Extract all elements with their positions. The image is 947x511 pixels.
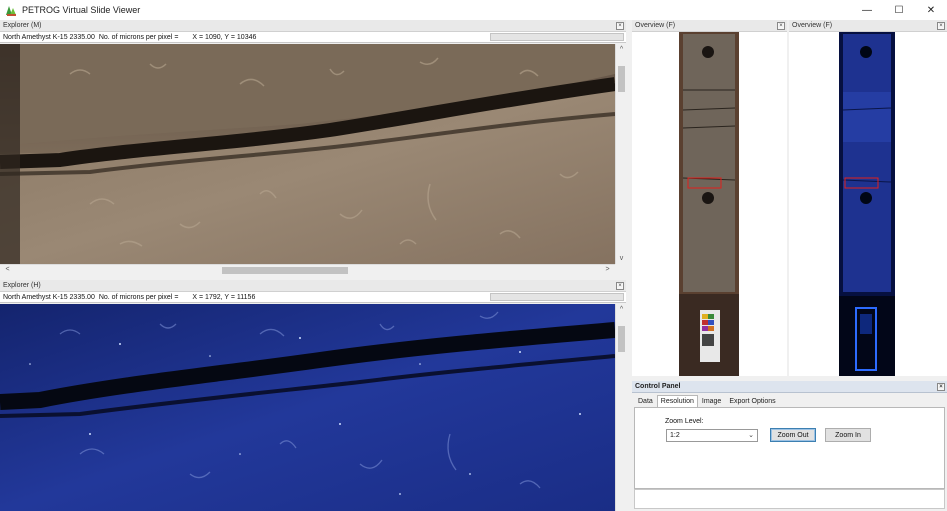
explorer-bottom-title: Explorer (H) [3, 282, 41, 289]
coordinates: X = 1792, Y = 11156 [192, 293, 256, 301]
core-sample-image [0, 44, 615, 264]
explorer-top-header: Explorer (M) × [0, 20, 626, 32]
explorer-top-close-icon[interactable]: × [616, 22, 624, 30]
tab-data[interactable]: Data [634, 395, 657, 407]
explorer-top-hscroll[interactable]: < > [0, 264, 615, 275]
tab-resolution[interactable]: Resolution [656, 395, 698, 407]
control-panel-tabs: Data Resolution Image Export Options [634, 395, 780, 407]
window-title: PETROG Virtual Slide Viewer [22, 5, 141, 15]
microns-value-box [490, 293, 624, 301]
scroll-thumb[interactable] [618, 326, 625, 352]
overview-right-title: Overview (F) [792, 22, 833, 29]
scroll-thumb[interactable] [618, 66, 625, 92]
control-panel-header: Control Panel × [632, 381, 947, 393]
explorer-bottom-vscroll[interactable]: ^ [615, 304, 626, 511]
explorer-bottom-panel: Explorer (H) × North Amethyst K-15 2335.… [0, 280, 626, 511]
title-bar: PETROG Virtual Slide Viewer — ☐ ✕ [0, 0, 947, 20]
slide-name: North Amethyst K-15 2335.00 [3, 33, 95, 41]
overview-left-close-icon[interactable]: × [777, 22, 785, 30]
window-controls: — ☐ ✕ [851, 0, 947, 20]
app-icon [6, 6, 16, 16]
zoom-level-label: Zoom Level: [665, 418, 704, 425]
microns-value-box [490, 33, 624, 41]
chevron-down-icon: ⌄ [748, 432, 754, 439]
explorer-top-title: Explorer (M) [3, 22, 42, 29]
explorer-bottom-infobar: North Amethyst K-15 2335.00 No. of micro… [0, 292, 626, 303]
explorer-top-vscroll[interactable]: ^ v [615, 44, 626, 264]
coordinates: X = 1090, Y = 10346 [192, 33, 257, 41]
scroll-up-icon[interactable]: ^ [616, 306, 627, 313]
explorer-bottom-image[interactable] [0, 304, 615, 511]
control-panel-close-icon[interactable]: × [937, 383, 945, 391]
resolution-tab-body: Zoom Level: 1:2 ⌄ Zoom Out Zoom In [634, 407, 945, 489]
explorer-top-panel: Explorer (M) × North Amethyst K-15 2335.… [0, 20, 626, 276]
zoom-level-select[interactable]: 1:2 ⌄ [666, 429, 758, 442]
scroll-left-icon[interactable]: < [2, 266, 13, 273]
overview-left-body[interactable] [632, 32, 787, 376]
overview-right-header: Overview (F) × [789, 20, 947, 32]
overview-right-close-icon[interactable]: × [937, 22, 945, 30]
uv-core-sample-image [0, 304, 615, 511]
explorer-bottom-close-icon[interactable]: × [616, 282, 624, 290]
overview-left-header: Overview (F) × [632, 20, 787, 32]
close-button[interactable]: ✕ [915, 0, 947, 20]
tab-export-options[interactable]: Export Options [725, 395, 779, 407]
explorer-bottom-header: Explorer (H) × [0, 280, 626, 292]
zoom-out-button[interactable]: Zoom Out [770, 428, 816, 442]
slide-name: North Amethyst K-15 2335.00 [3, 293, 95, 301]
zoom-level-value: 1:2 [670, 432, 680, 439]
control-panel-status-area [634, 489, 945, 509]
control-panel-title: Control Panel [635, 383, 681, 390]
uv-slide-overview-image [839, 32, 895, 376]
scroll-thumb[interactable] [222, 267, 348, 274]
scroll-right-icon[interactable]: > [602, 266, 613, 273]
minimize-button[interactable]: — [851, 0, 883, 20]
explorer-top-infobar: North Amethyst K-15 2335.00 No. of micro… [0, 32, 626, 43]
maximize-button[interactable]: ☐ [883, 0, 915, 20]
scroll-up-icon[interactable]: ^ [616, 46, 627, 53]
overview-right-panel: Overview (F) × [789, 20, 947, 376]
tab-image[interactable]: Image [698, 395, 725, 407]
microns-label: No. of microns per pixel = [98, 293, 179, 301]
scroll-down-icon[interactable]: v [616, 255, 627, 262]
slide-overview-image [679, 32, 739, 376]
control-panel: Control Panel × Data Resolution Image Ex… [632, 381, 947, 511]
overview-right-body[interactable] [789, 32, 947, 376]
overview-left-title: Overview (F) [635, 22, 676, 29]
overview-left-panel: Overview (F) × [632, 20, 787, 376]
zoom-in-button[interactable]: Zoom In [825, 428, 871, 442]
microns-label: No. of microns per pixel = [98, 33, 179, 41]
explorer-top-image[interactable] [0, 44, 615, 264]
